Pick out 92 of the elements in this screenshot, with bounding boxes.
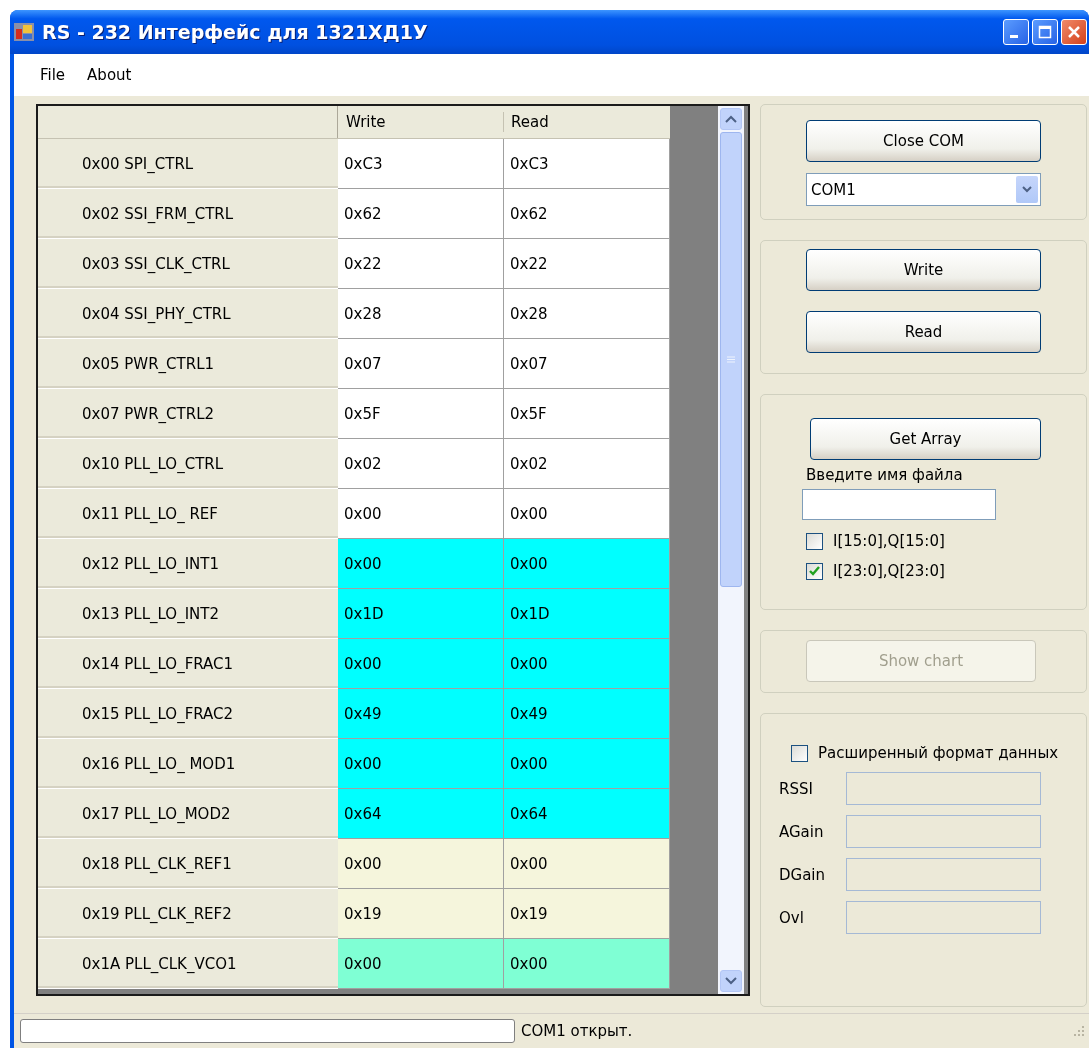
row-header: 0x10 PLL_LO_CTRL xyxy=(38,439,338,489)
table-cell[interactable]: 0x00 xyxy=(338,639,504,689)
row-header: 0x17 PLL_LO_MOD2 xyxy=(38,789,338,839)
resize-grip-icon[interactable] xyxy=(1073,1025,1085,1037)
table-cell[interactable]: 0x62 xyxy=(504,189,670,239)
table-cell[interactable]: 0x00 xyxy=(504,539,670,589)
close-com-button[interactable]: Close COM xyxy=(806,120,1041,162)
window-title: RS - 232 Интерфейс для 1321ХД1У xyxy=(42,21,429,43)
table-cell[interactable]: 0x28 xyxy=(504,289,670,339)
table-cell[interactable]: 0x5F xyxy=(504,389,670,439)
column-header[interactable]: Read xyxy=(503,106,668,138)
row-header: 0x05 PWR_CTRL1 xyxy=(38,339,338,389)
row-header: 0x16 PLL_LO_ MOD1 xyxy=(38,739,338,789)
get-array-button[interactable]: Get Array xyxy=(810,418,1041,460)
row-header: 0x19 PLL_CLK_REF2 xyxy=(38,889,338,939)
menu-item[interactable]: About xyxy=(76,62,143,88)
table-cell[interactable]: 0x5F xyxy=(338,389,504,439)
file-name-field[interactable] xyxy=(802,489,996,520)
row-header: 0x03 SSI_CLK_CTRL xyxy=(38,239,338,289)
table-cell[interactable]: 0x07 xyxy=(504,339,670,389)
minimize-icon xyxy=(1010,35,1018,38)
table-cell[interactable]: 0xC3 xyxy=(504,139,670,189)
maximize-icon xyxy=(1038,25,1052,39)
row-header: 0x07 PWR_CTRL2 xyxy=(38,389,338,439)
table-cell[interactable]: 0x00 xyxy=(338,489,504,539)
table-cell[interactable]: 0x64 xyxy=(504,789,670,839)
scrollbar[interactable] xyxy=(718,106,744,994)
table-cell[interactable]: 0x00 xyxy=(338,839,504,889)
chevron-up-icon xyxy=(725,115,737,123)
close-icon xyxy=(1067,25,1081,39)
status-text: COM1 открыт. xyxy=(521,1022,634,1040)
row-header: 0x02 SSI_FRM_CTRL xyxy=(38,189,338,239)
table-cell[interactable]: 0x00 xyxy=(338,739,504,789)
table-cell[interactable]: 0x64 xyxy=(338,789,504,839)
table-cell[interactable]: 0x19 xyxy=(504,889,670,939)
close-button[interactable] xyxy=(1061,19,1087,45)
field-label: Ovl xyxy=(779,908,805,927)
scroll-thumb[interactable] xyxy=(720,132,742,587)
row-header: 0x04 SSI_PHY_CTRL xyxy=(38,289,338,339)
table-cell[interactable]: 0x49 xyxy=(338,689,504,739)
field-label: AGain xyxy=(779,822,825,841)
row-header: 0x11 PLL_LO_ REF xyxy=(38,489,338,539)
table-cell[interactable]: 0x00 xyxy=(504,489,670,539)
readonly-field[interactable] xyxy=(846,901,1041,934)
write-button[interactable]: Write xyxy=(806,249,1041,291)
maximize-button[interactable] xyxy=(1032,19,1058,45)
checkbox-label: I[23:0],Q[23:0] xyxy=(833,562,945,580)
column-header[interactable]: Write xyxy=(338,106,503,138)
scroll-up-button[interactable] xyxy=(720,108,742,130)
table-cell[interactable]: 0x02 xyxy=(504,439,670,489)
readonly-field[interactable] xyxy=(846,858,1041,891)
row-header: 0x15 PLL_LO_FRAC2 xyxy=(38,689,338,739)
table-cell[interactable]: 0x1D xyxy=(504,589,670,639)
table-cell[interactable]: 0xC3 xyxy=(338,139,504,189)
table-cell[interactable]: 0x02 xyxy=(338,439,504,489)
scroll-down-button[interactable] xyxy=(720,970,742,992)
app-icon xyxy=(14,23,34,41)
checkbox-label: Расширенный формат данных xyxy=(818,744,1059,762)
checkbox-label: I[15:0],Q[15:0] xyxy=(833,532,945,550)
row-header: 0x14 PLL_LO_FRAC1 xyxy=(38,639,338,689)
table-cell[interactable]: 0x00 xyxy=(504,739,670,789)
readonly-field[interactable] xyxy=(846,815,1041,848)
checkbox[interactable] xyxy=(806,562,823,580)
checkbox[interactable] xyxy=(791,744,808,762)
field-label: Введите имя файла xyxy=(806,466,964,484)
minimize-button[interactable] xyxy=(1003,19,1029,45)
readonly-field[interactable] xyxy=(846,772,1041,805)
row-header: 0x1A PLL_CLK_VCO1 xyxy=(38,939,338,989)
table-cell[interactable]: 0x22 xyxy=(338,239,504,289)
table-cell[interactable]: 0x07 xyxy=(338,339,504,389)
chevron-down-icon xyxy=(725,977,737,985)
table-cell[interactable]: 0x19 xyxy=(338,889,504,939)
table-cell[interactable]: 0x62 xyxy=(338,189,504,239)
read-button[interactable]: Read xyxy=(806,311,1041,353)
row-header: 0x18 PLL_CLK_REF1 xyxy=(38,839,338,889)
row-header: 0x00 SPI_CTRL xyxy=(38,139,338,189)
checkbox[interactable] xyxy=(806,532,823,550)
table-cell[interactable]: 0x00 xyxy=(504,639,670,689)
table-cell[interactable]: 0x1D xyxy=(338,589,504,639)
table-cell[interactable]: 0x28 xyxy=(338,289,504,339)
port-dropdown[interactable]: COM1 xyxy=(806,173,1041,206)
row-header: 0x13 PLL_LO_INT2 xyxy=(38,589,338,639)
field-label: RSSI xyxy=(779,779,814,798)
table-cell[interactable]: 0x00 xyxy=(338,939,504,989)
table-cell[interactable]: 0x49 xyxy=(504,689,670,739)
table-cell[interactable]: 0x22 xyxy=(504,239,670,289)
table-cell[interactable]: 0x00 xyxy=(504,939,670,989)
menu-item[interactable]: File xyxy=(29,62,77,88)
table-cell[interactable]: 0x00 xyxy=(504,839,670,889)
table-cell[interactable]: 0x00 xyxy=(338,539,504,589)
field-label: DGain xyxy=(779,865,827,884)
row-header: 0x12 PLL_LO_INT1 xyxy=(38,539,338,589)
